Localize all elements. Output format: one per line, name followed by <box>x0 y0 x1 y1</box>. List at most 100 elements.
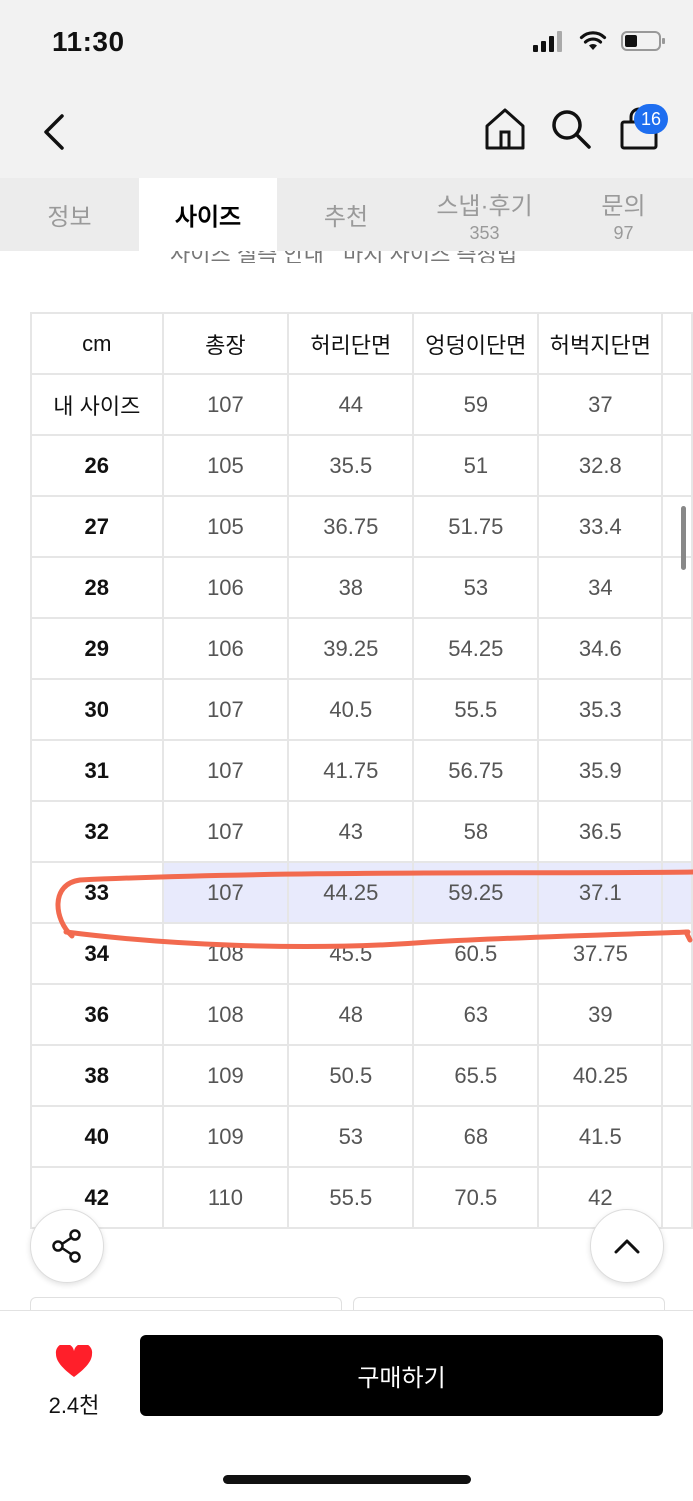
measurement-cell: 108 <box>161 983 290 1046</box>
tab-label: 스냅·후기 <box>436 192 533 220</box>
measurement-cell: 110 <box>161 1166 290 1229</box>
measurement-cell: 34.6 <box>537 617 664 680</box>
measurement-cell: 60.5 <box>412 922 540 985</box>
size-label-cell: 30 <box>30 678 164 741</box>
measurement-cell: 59.25 <box>412 861 540 924</box>
header-cell: 총장 <box>161 312 290 375</box>
measurement-cell: 45.5 <box>287 922 415 985</box>
overflow-cell <box>661 373 693 436</box>
measure-guide-link[interactable]: 마지 사이즈 측정법 <box>343 251 517 263</box>
header-cell: 허벅지단면 <box>537 312 664 375</box>
header-cell: cm <box>30 312 164 375</box>
size-guide-link[interactable]: 사이즈 실측 안내 <box>170 251 324 263</box>
measurement-cell: 39.25 <box>287 617 415 680</box>
overflow-cell <box>661 739 693 802</box>
measurement-cell: 32.8 <box>537 434 664 497</box>
overflow-cell <box>661 1044 693 1107</box>
tab-label: 사이즈 <box>174 204 242 231</box>
measurement-cell: 55.5 <box>287 1166 415 1229</box>
chevron-up-icon <box>614 1239 640 1254</box>
purchase-bar: 2.4천 구매하기 <box>0 1310 693 1501</box>
like-button[interactable]: 2.4천 <box>36 1343 112 1420</box>
overflow-cell <box>661 1105 693 1168</box>
tab-count: 97 <box>613 222 634 243</box>
status-icons <box>533 30 667 52</box>
tab-size[interactable]: 사이즈 <box>139 178 277 251</box>
tab-inquiry[interactable]: 문의 97 <box>554 178 693 251</box>
measurement-cell: 107 <box>161 739 290 802</box>
measurement-cell: 44 <box>287 373 415 436</box>
table-row: 32 107 43 58 36.5 <box>30 800 693 863</box>
size-guide-links: 사이즈 실측 안내 마지 사이즈 측정법 <box>0 251 693 263</box>
measurement-cell: 41.75 <box>287 739 415 802</box>
scroll-to-top-button[interactable] <box>590 1209 664 1283</box>
measurement-cell: 53 <box>287 1105 415 1168</box>
battery-icon <box>621 31 665 51</box>
table-row: 40 109 53 68 41.5 <box>30 1105 693 1168</box>
table-row: 42 110 55.5 70.5 42 <box>30 1166 693 1229</box>
measurement-cell: 36.5 <box>537 800 664 863</box>
product-tabs: 정보 사이즈 추천 스냅·후기 353 문의 97 <box>0 178 693 251</box>
like-count: 2.4천 <box>48 1393 100 1418</box>
measurement-cell: 38 <box>287 556 415 619</box>
measurement-cell: 51 <box>412 434 540 497</box>
measurement-cell: 107 <box>161 861 290 924</box>
measurement-cell: 56.75 <box>412 739 540 802</box>
status-time: 11:30 <box>52 26 125 57</box>
measurement-cell: 65.5 <box>412 1044 540 1107</box>
cellular-signal-icon <box>533 31 562 52</box>
measurement-cell: 43 <box>287 800 415 863</box>
tab-label: 문의 <box>601 192 646 220</box>
tab-label: 추천 <box>323 204 369 231</box>
measurement-cell: 54.25 <box>412 617 540 680</box>
table-row: 30 107 40.5 55.5 35.3 <box>30 678 693 741</box>
tab-count: 353 <box>469 222 500 243</box>
measurement-cell: 106 <box>161 556 290 619</box>
tab-recommend[interactable]: 추천 <box>277 178 415 251</box>
header-cell: 허리단면 <box>287 312 415 375</box>
share-button[interactable] <box>30 1209 104 1283</box>
overflow-cell <box>661 983 693 1046</box>
measurement-cell: 107 <box>161 678 290 741</box>
scroll-indicator[interactable] <box>681 506 686 570</box>
size-label-cell: 27 <box>30 495 164 558</box>
cart-count-badge: 16 <box>634 104 668 134</box>
measurement-cell: 35.5 <box>287 434 415 497</box>
table-row: 27 105 36.75 51.75 33.4 <box>30 495 693 558</box>
measurement-cell: 37.75 <box>537 922 664 985</box>
size-label-cell: 29 <box>30 617 164 680</box>
measurement-cell: 34 <box>537 556 664 619</box>
measurement-cell: 37 <box>537 373 664 436</box>
search-icon[interactable] <box>548 106 594 152</box>
measurement-cell: 53 <box>412 556 540 619</box>
back-button[interactable] <box>36 110 76 154</box>
measurement-cell: 58 <box>412 800 540 863</box>
table-row: 34 108 45.5 60.5 37.75 <box>30 922 693 985</box>
measurement-cell: 33.4 <box>537 495 664 558</box>
home-indicator <box>223 1475 471 1484</box>
table-row: 31 107 41.75 56.75 35.9 <box>30 739 693 802</box>
overflow-cell <box>661 800 693 863</box>
measurement-cell: 109 <box>161 1044 290 1107</box>
tab-info[interactable]: 정보 <box>0 178 139 251</box>
tab-snap-review[interactable]: 스냅·후기 353 <box>415 178 554 251</box>
home-icon[interactable] <box>482 106 528 152</box>
overflow-cell <box>661 922 693 985</box>
measurement-cell: 59 <box>412 373 540 436</box>
wifi-icon <box>579 31 607 50</box>
size-label-cell: 34 <box>30 922 164 985</box>
size-label-cell: 33 <box>30 861 164 924</box>
table-row: 26 105 35.5 51 32.8 <box>30 434 693 497</box>
overflow-cell <box>661 495 693 558</box>
measurement-cell: 40.25 <box>537 1044 664 1107</box>
overflow-cell <box>661 434 693 497</box>
table-row: 29 106 39.25 54.25 34.6 <box>30 617 693 680</box>
size-label-cell: 36 <box>30 983 164 1046</box>
buy-button[interactable]: 구매하기 <box>140 1335 663 1416</box>
header-cell: 엉덩이단면 <box>412 312 540 375</box>
measurement-cell: 37.1 <box>537 861 664 924</box>
measurement-cell: 105 <box>161 434 290 497</box>
size-label-cell: 32 <box>30 800 164 863</box>
measurement-cell: 48 <box>287 983 415 1046</box>
overflow-cell <box>661 312 693 375</box>
